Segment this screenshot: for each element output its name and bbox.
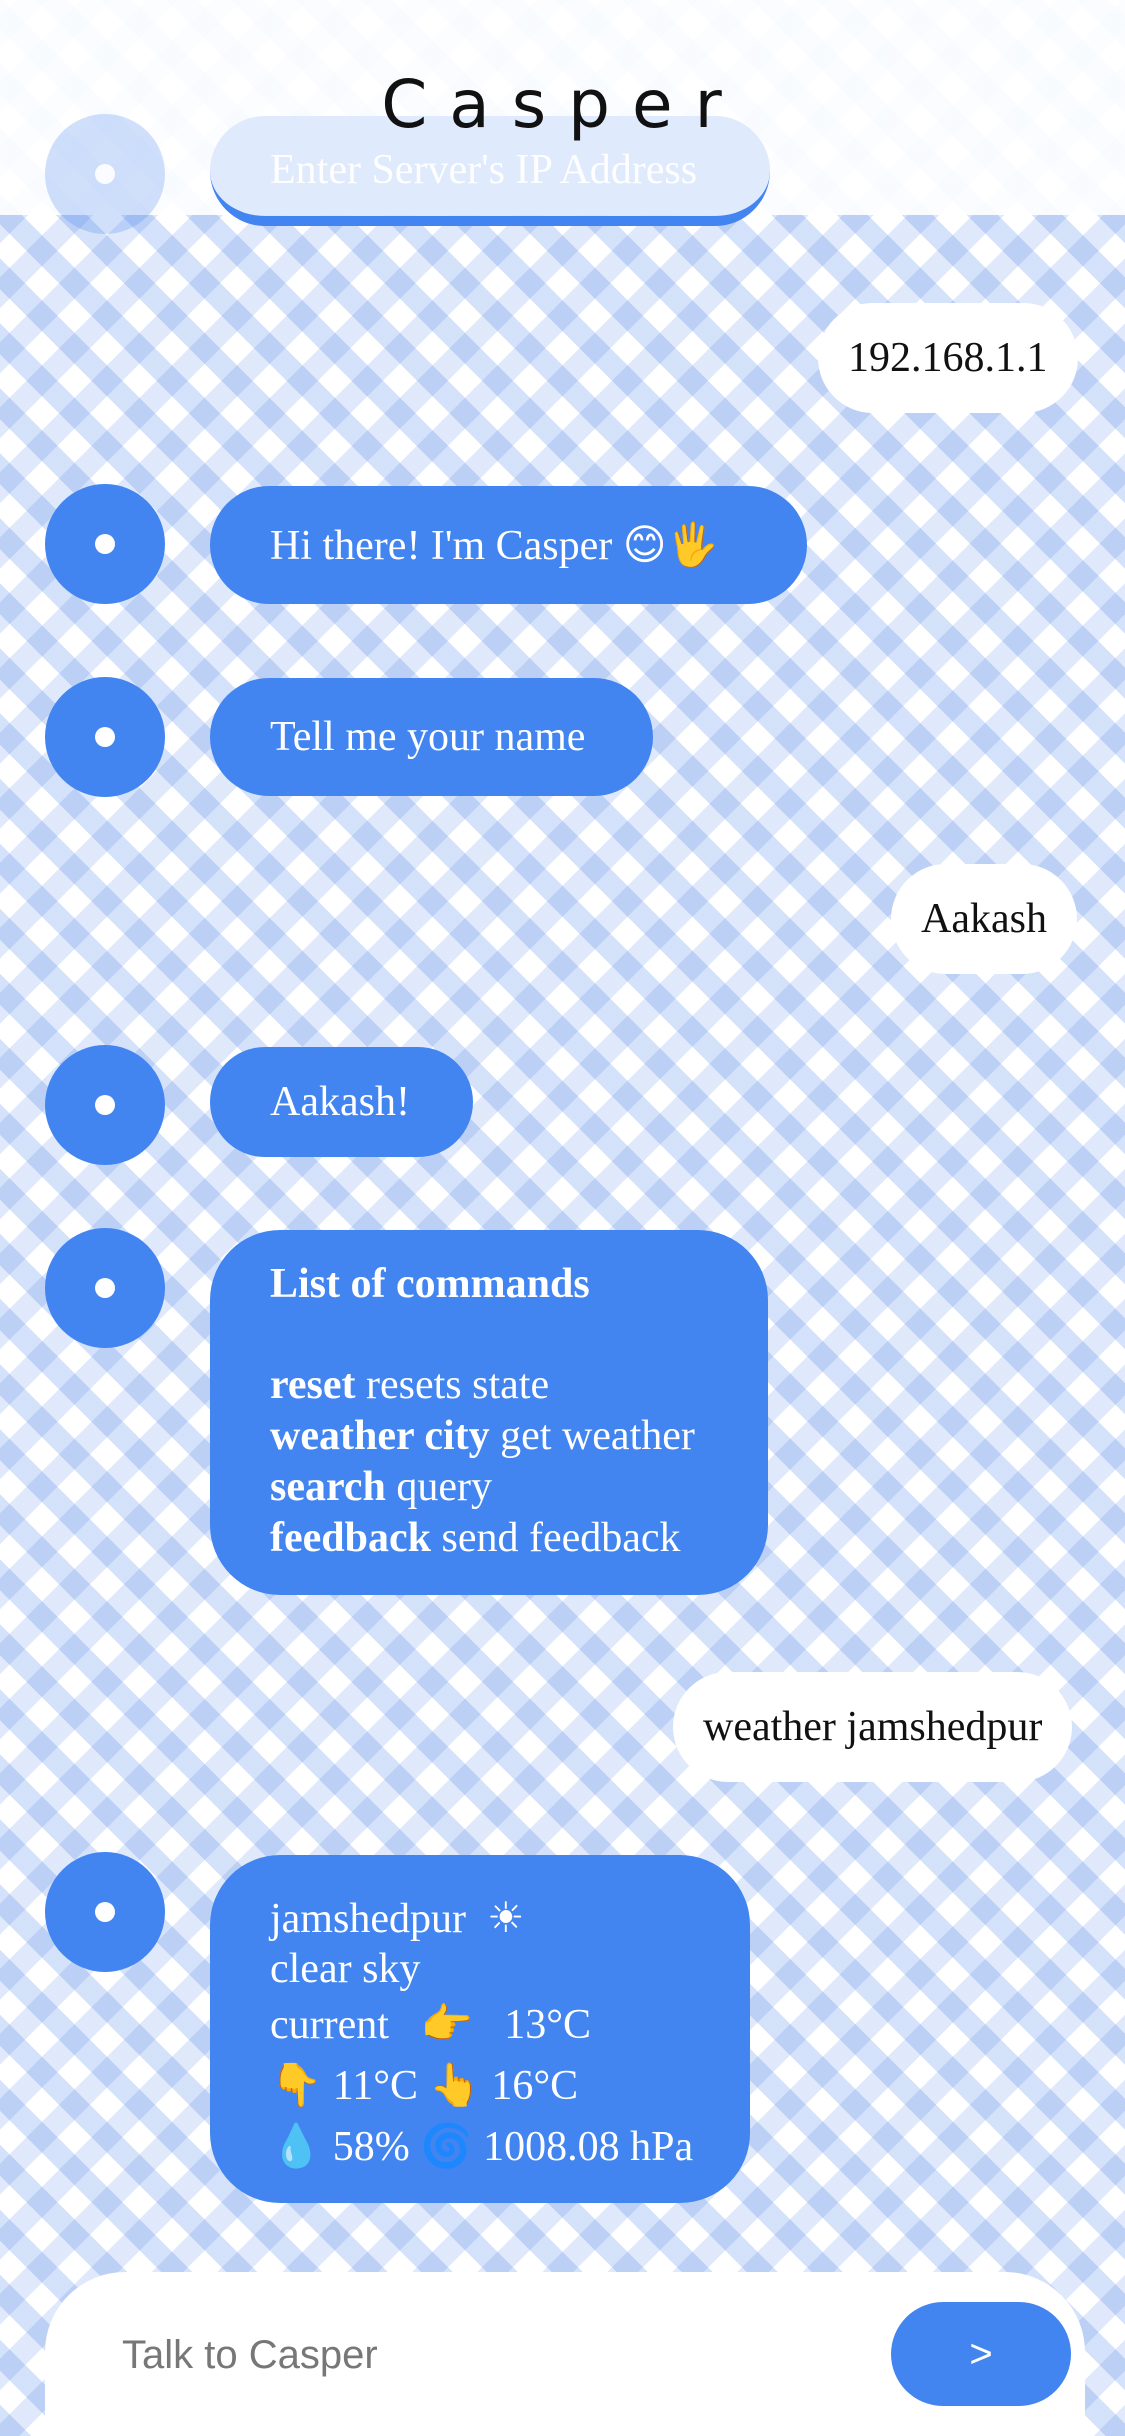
weather-humidity-row: 💧 58% 🌀 1008.08 hPa — [270, 2116, 750, 2177]
app-title: Casper — [381, 66, 744, 143]
bot-message-ask-name: Tell me your name — [210, 678, 653, 796]
commands-title: List of commands — [270, 1261, 590, 1307]
weather-min-temp: 11°C — [332, 2063, 419, 2109]
weather-city: jamshedpur — [270, 1896, 466, 1942]
command-desc: query — [396, 1464, 493, 1510]
bot-avatar — [45, 1228, 165, 1348]
weather-current-temp: 13°C — [504, 2002, 592, 2048]
bot-message-name-reply: Aakash! — [210, 1047, 473, 1157]
smile-wave-icon: 😊🖐 — [622, 520, 719, 569]
command-item: search query — [270, 1462, 768, 1513]
weather-description: clear sky — [270, 1946, 421, 1992]
bot-avatar — [45, 1852, 165, 1972]
command-name: reset — [270, 1362, 356, 1408]
command-item: feedback send feedback — [270, 1513, 768, 1564]
weather-current-row: current 👉 13°C — [270, 1994, 750, 2055]
cyclone-icon: 🌀 — [420, 2121, 473, 2170]
user-message-name: Aakash — [891, 864, 1077, 974]
bot-message-greeting: Hi there! I'm Casper 😊🖐 — [210, 486, 807, 604]
command-name: feedback — [270, 1515, 431, 1561]
weather-max-temp: 16°C — [491, 2063, 579, 2109]
weather-humidity: 58% — [332, 2124, 410, 2170]
command-desc: get weather — [500, 1413, 695, 1459]
droplet-icon: 💧 — [270, 2121, 323, 2170]
message-text: Tell me your name — [270, 714, 586, 760]
pointing-down-icon: 👇 — [270, 2060, 323, 2109]
command-desc: send feedback — [441, 1515, 681, 1561]
message-text: Aakash! — [270, 1079, 410, 1125]
command-name: weather city — [270, 1413, 490, 1459]
bot-avatar — [45, 1045, 165, 1165]
sun-icon: ☀ — [486, 1893, 525, 1942]
message-input[interactable] — [120, 2322, 894, 2388]
pointing-right-icon: 👉 — [420, 1999, 473, 2048]
user-message-weather: weather jamshedpur — [673, 1672, 1073, 1782]
command-item: weather city get weather — [270, 1411, 768, 1462]
command-name: search — [270, 1464, 386, 1510]
bot-message-commands: List of commands reset resets state weat… — [210, 1230, 768, 1595]
send-button[interactable]: > — [891, 2302, 1071, 2406]
user-message-ip: 192.168.1.1 — [818, 303, 1078, 413]
bot-avatar — [45, 484, 165, 604]
weather-minmax-row: 👇 11°C 👆 16°C — [270, 2055, 750, 2116]
message-text: Hi there! I'm Casper — [270, 523, 613, 569]
message-input-bar: > — [45, 2272, 1085, 2436]
pointing-up-icon: 👆 — [428, 2060, 481, 2109]
command-desc: resets state — [366, 1362, 550, 1408]
message-text: 192.168.1.1 — [848, 335, 1048, 381]
bot-avatar — [45, 677, 165, 797]
weather-current-label: current — [270, 2002, 389, 2048]
message-text: Aakash — [921, 896, 1047, 942]
weather-pressure: 1008.08 hPa — [483, 2124, 694, 2170]
message-text: weather jamshedpur — [703, 1704, 1043, 1750]
weather-city-row: jamshedpur ☀ — [270, 1893, 750, 1944]
command-item: reset resets state — [270, 1360, 768, 1411]
bot-message-weather: jamshedpur ☀ clear sky current 👉 13°C 👇 … — [210, 1855, 750, 2203]
